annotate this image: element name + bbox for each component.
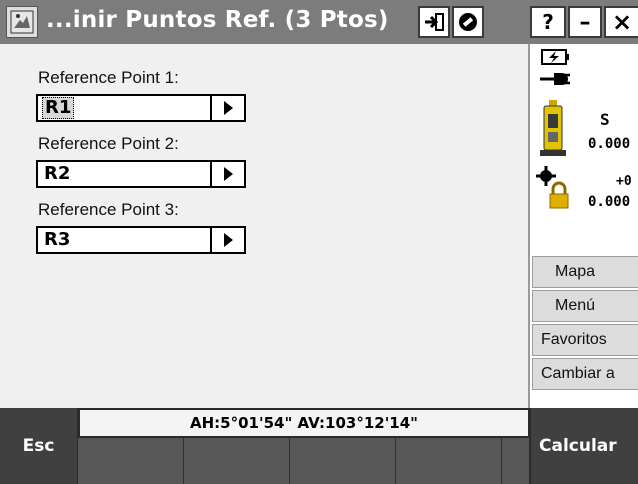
instrument-letter: S (600, 110, 610, 129)
target-value: 0.000 (588, 194, 631, 210)
calcular-button[interactable]: Calcular (530, 408, 638, 484)
softkey-blank-2[interactable] (184, 438, 290, 484)
reference-point-2-value[interactable]: R2 (42, 164, 72, 184)
softkey-blank-5[interactable] (502, 438, 530, 484)
status-panel: S 0.000 +0 0.000 Mapa Menú Favoritos Cam… (528, 44, 638, 408)
instrument-value: 0.000 (588, 136, 631, 152)
reference-point-3-value[interactable]: R3 (42, 230, 72, 250)
reference-point-2-field[interactable]: R2 (36, 160, 246, 188)
total-station-icon[interactable] (538, 100, 568, 158)
power-plug-icon[interactable] (538, 70, 572, 88)
mapa-button[interactable]: Mapa (532, 256, 638, 288)
reference-point-3-picker-button[interactable] (210, 228, 244, 252)
window-title: ...inir Puntos Ref. (3 Ptos) (46, 7, 389, 33)
cambiar-a-button[interactable]: Cambiar a (532, 358, 638, 390)
title-bar: ...inir Puntos Ref. (3 Ptos) ? – × (0, 0, 638, 44)
angle-readout: AH:5°01'54" AV:103°12'14" (78, 408, 530, 438)
reference-point-2-label: Reference Point 2: (38, 134, 179, 153)
minimize-button[interactable]: – (568, 6, 602, 38)
reference-point-1-value[interactable]: R1 (42, 97, 75, 119)
prism-target-icon[interactable] (534, 164, 578, 210)
reference-point-2-picker-button[interactable] (210, 162, 244, 186)
reference-point-1-picker-button[interactable] (210, 96, 244, 120)
arrow-into-box-icon (425, 13, 444, 31)
reference-point-3-label: Reference Point 3: (38, 200, 179, 219)
reference-point-1-label: Reference Point 1: (38, 68, 179, 87)
close-button[interactable]: × (604, 6, 638, 38)
menu-button[interactable]: Menú (532, 290, 638, 322)
back-button[interactable] (418, 6, 450, 38)
reference-point-1-field[interactable]: R1 (36, 94, 246, 122)
target-sign: +0 (616, 174, 632, 189)
softkey-blank-4[interactable] (396, 438, 502, 484)
softkey-bar: Esc AH:5°01'54" AV:103°12'14" Calcular (0, 408, 638, 484)
instrument-status-area: S 0.000 +0 0.000 (530, 44, 638, 252)
softkey-blank-3[interactable] (290, 438, 396, 484)
main-form: Reference Point 1: R1 Reference Point 2:… (0, 44, 528, 408)
no-entry-icon (459, 13, 477, 31)
softkey-blank-1[interactable] (78, 438, 184, 484)
no-entry-button[interactable] (452, 6, 484, 38)
favoritos-button[interactable]: Favoritos (532, 324, 638, 356)
reference-point-3-field[interactable]: R3 (36, 226, 246, 254)
app-menu-icon[interactable] (6, 6, 38, 38)
esc-button[interactable]: Esc (0, 408, 78, 484)
help-button[interactable]: ? (530, 6, 566, 38)
battery-charging-icon[interactable] (540, 48, 570, 66)
